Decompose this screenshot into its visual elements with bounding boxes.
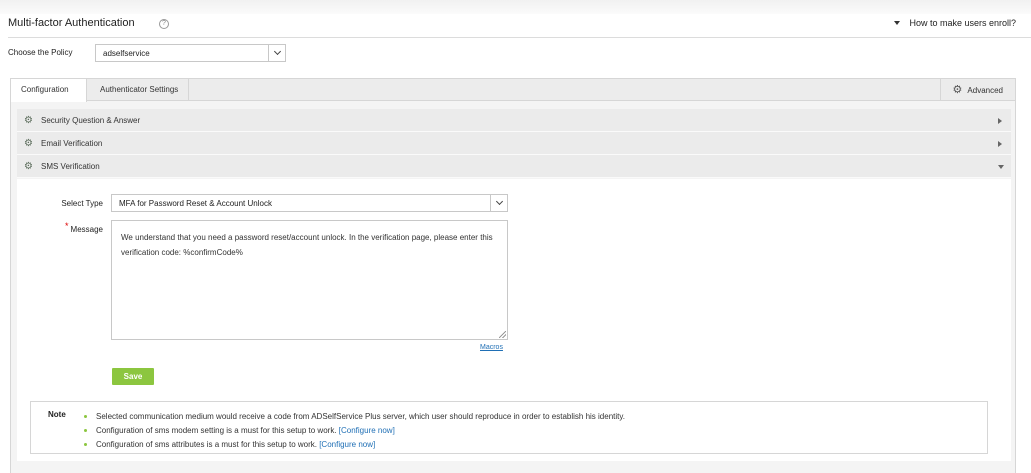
authenticator-accordion: ⚙ Security Question & Answer ⚙ Email Ver… [17,109,1011,178]
note-text: Configuration of sms modem setting is a … [96,426,339,435]
settings-icon: ⚙ [24,115,33,126]
top-bar [0,0,1031,14]
tab-authenticator-settings[interactable]: Authenticator Settings [90,79,190,101]
note-item: Configuration of sms attributes is a mus… [84,438,625,452]
required-mark: * [65,221,69,231]
select-type-value: MFA for Password Reset & Account Unlock [119,199,272,208]
accordion-email-verification[interactable]: ⚙ Email Verification [17,132,1011,155]
page-header: Multi-factor Authentication ? How to mak… [8,14,1031,38]
accordion-label: Security Question & Answer [41,116,141,125]
accordion-label: SMS Verification [41,162,100,171]
accordion-security-question[interactable]: ⚙ Security Question & Answer [17,109,1011,132]
message-label: * Message [43,221,103,234]
save-button[interactable]: Save [112,368,154,385]
collapse-arrow-icon [998,165,1004,169]
note-item: Selected communication medium would rece… [84,410,625,424]
resize-handle[interactable] [499,331,506,338]
page-title: Multi-factor Authentication [8,17,135,29]
enroll-help-link[interactable]: How to make users enroll? [894,18,1016,28]
policy-dropdown-button[interactable] [268,45,285,61]
policy-select-value: adselfservice [103,49,150,58]
note-box: Note Selected communication medium would… [30,401,988,454]
expand-arrow-icon [998,118,1002,124]
note-item: Configuration of sms modem setting is a … [84,424,625,438]
gear-icon: ⚙ [952,83,963,96]
policy-select[interactable]: adselfservice [95,44,286,62]
policy-label: Choose the Policy [8,48,73,57]
note-text: Selected communication medium would rece… [96,412,625,421]
advanced-label: Advanced [967,85,1003,95]
note-text: Configuration of sms attributes is a mus… [96,440,320,449]
select-type-label: Select Type [61,199,103,208]
caret-down-icon [894,21,901,25]
message-text: We understand that you need a password r… [121,233,493,257]
select-type-dropdown[interactable]: MFA for Password Reset & Account Unlock [111,194,508,212]
message-label-text: Message [70,225,103,234]
settings-icon: ⚙ [24,161,33,172]
panel-bottom-edge [10,466,1016,473]
note-label: Note [48,410,66,419]
configure-sms-attributes-link[interactable]: [Configure now] [319,440,375,449]
tab-bar: Configuration Authenticator Settings ⚙ A… [11,79,1015,102]
configure-sms-modem-link[interactable]: [Configure now] [339,426,395,435]
chevron-down-icon [495,197,503,206]
tab-advanced[interactable]: ⚙ Advanced [939,79,1015,101]
settings-icon: ⚙ [24,138,33,149]
select-type-dropdown-button[interactable] [490,195,507,211]
chevron-down-icon [273,47,281,56]
macros-link[interactable]: Macros [480,344,503,351]
help-icon[interactable]: ? [159,19,169,29]
accordion-label: Email Verification [41,139,103,148]
tab-configuration[interactable]: Configuration [11,79,87,102]
note-list: Selected communication medium would rece… [84,410,625,452]
accordion-sms-verification[interactable]: ⚙ SMS Verification [17,155,1011,178]
expand-arrow-icon [998,141,1002,147]
enroll-link-label: How to make users enroll? [909,18,1016,28]
message-textarea[interactable]: We understand that you need a password r… [111,220,508,340]
